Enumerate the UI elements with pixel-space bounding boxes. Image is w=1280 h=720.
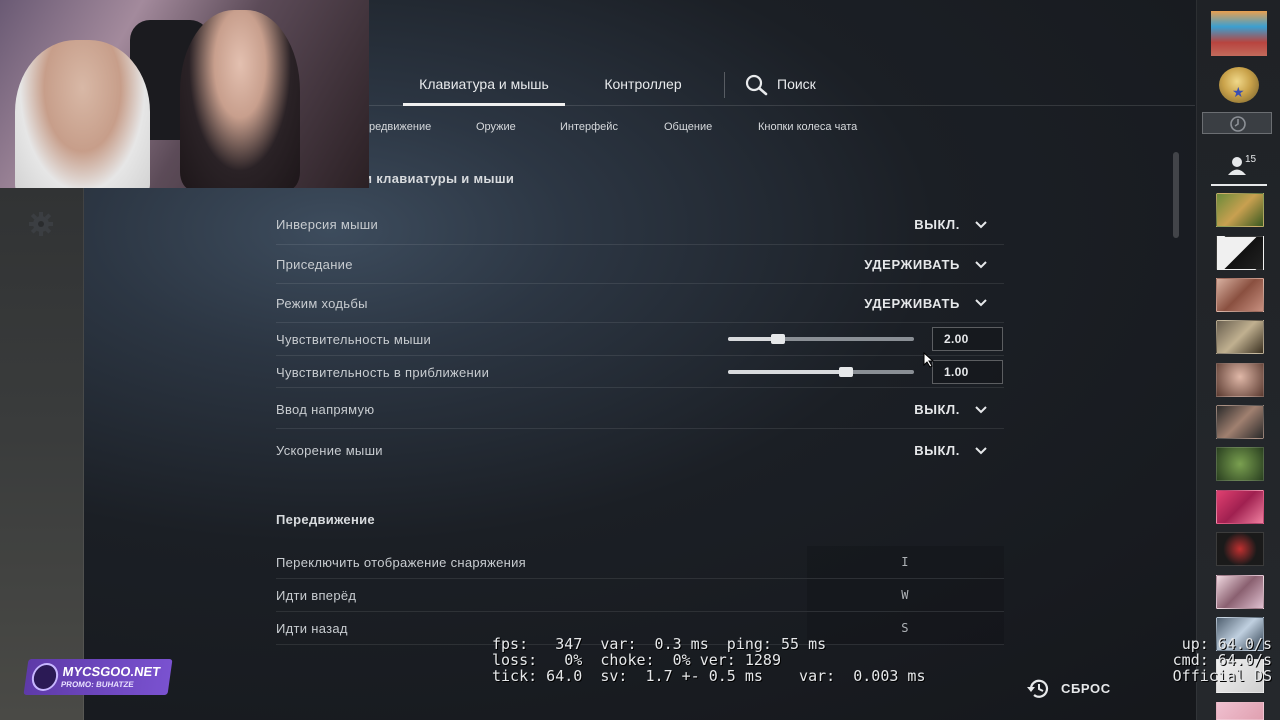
rank-medal-icon[interactable]: ★ — [1219, 67, 1259, 103]
zoom-sensitivity-input[interactable]: 1.00 — [932, 360, 1003, 384]
logo-name: MYCSGOO.NET — [61, 664, 162, 679]
netgraph-line-3: tick: 64.0 sv: 1.7 +- 0.5 ms var: 0.003 … — [492, 667, 926, 685]
setting-label: Чувствительность в приближении — [276, 365, 490, 380]
sensitivity-slider[interactable] — [728, 334, 914, 344]
chevron-down-icon[interactable] — [974, 260, 988, 270]
netgraph-line-2: loss: 0% choke: 0% ver: 1289 — [492, 651, 781, 669]
friend-avatar[interactable] — [1216, 575, 1264, 609]
chevron-down-icon[interactable] — [974, 220, 988, 230]
section-title-keyboard-mouse: и клавиатуры и мыши — [364, 171, 515, 186]
chevron-down-icon[interactable] — [974, 298, 988, 308]
subtab-communication[interactable]: Общение — [664, 115, 712, 139]
keybind-key[interactable]: S — [807, 621, 1003, 635]
setting-label: Инверсия мыши — [276, 217, 379, 232]
friend-avatar[interactable] — [1216, 236, 1264, 270]
chevron-down-icon[interactable] — [974, 446, 988, 456]
setting-value[interactable]: ВЫКЛ. — [914, 402, 960, 417]
sensitivity-input[interactable]: 2.00 — [932, 327, 1003, 351]
scrollbar[interactable] — [1173, 152, 1179, 238]
setting-row-crouch[interactable]: Приседание УДЕРЖИВАТЬ — [276, 245, 1004, 284]
reset-label: СБРОС — [1061, 681, 1111, 696]
tab-keyboard-mouse[interactable]: Клавиатура и мышь — [403, 64, 565, 106]
subtab-weapons[interactable]: Оружие — [476, 115, 516, 139]
profile-avatar[interactable] — [1211, 11, 1267, 56]
mouse-cursor-icon — [923, 352, 935, 368]
netgraph-right-1: up: 64.0/s — [1181, 635, 1272, 653]
setting-label: Чувствительность мыши — [276, 332, 432, 347]
friend-avatar[interactable] — [1216, 320, 1264, 354]
friends-count: 15 — [1245, 154, 1257, 165]
setting-label: Приседание — [276, 257, 353, 272]
setting-value[interactable]: УДЕРЖИВАТЬ — [864, 257, 960, 272]
keybind-row-forward[interactable]: Идти вперёд W — [276, 579, 1004, 612]
keybind-key[interactable]: W — [807, 588, 1003, 602]
friends-tab[interactable]: 15 — [1211, 150, 1267, 186]
subtab-movement[interactable]: редвижение — [369, 115, 431, 139]
friend-avatar[interactable] — [1216, 702, 1264, 720]
netgraph-line-1: fps: 347 var: 0.3 ms ping: 55 ms — [492, 635, 827, 653]
setting-row-invert-mouse[interactable]: Инверсия мыши ВЫКЛ. — [276, 205, 1004, 245]
search-label: Поиск — [777, 76, 816, 92]
search-button[interactable]: Поиск — [745, 64, 845, 106]
friend-avatar[interactable] — [1216, 405, 1264, 439]
friend-avatar[interactable] — [1216, 447, 1264, 481]
slider-fill — [728, 370, 847, 374]
friends-icon — [1228, 157, 1246, 175]
tab-controller[interactable]: Контроллер — [585, 64, 701, 106]
sponsor-logo: MYCSGOO.NET PROMO: BUHATZE — [15, 655, 175, 699]
reset-history-icon — [1027, 679, 1049, 698]
gear-icon[interactable] — [28, 211, 54, 237]
friend-avatar[interactable] — [1216, 532, 1264, 566]
keybind-label: Идти назад — [276, 621, 348, 636]
friend-avatar[interactable] — [1216, 278, 1264, 312]
keybind-label: Переключить отображение снаряжения — [276, 555, 527, 570]
settings-top-nav: Клавиатура и мышь Контроллер Поиск — [369, 64, 1195, 106]
slider-thumb[interactable] — [771, 334, 786, 344]
setting-value[interactable]: УДЕРЖИВАТЬ — [864, 296, 960, 311]
clock-icon — [1230, 116, 1246, 132]
nav-divider — [724, 72, 725, 98]
friend-avatar[interactable] — [1216, 363, 1264, 397]
netgraph-right-2: cmd: 64.0/s — [1172, 651, 1272, 669]
setting-row-mouse-sensitivity: Чувствительность мыши 2.00 — [276, 323, 1004, 356]
settings-sub-nav: редвижение Оружие Интерфейс Общение Кноп… — [369, 115, 1195, 141]
history-button[interactable] — [1202, 112, 1272, 134]
friends-panel: ★ 15 — [1196, 0, 1280, 720]
setting-row-raw-input[interactable]: Ввод напрямую ВЫКЛ. — [276, 388, 1004, 429]
setting-row-mouse-acceleration[interactable]: Ускорение мыши ВЫКЛ. — [276, 429, 1004, 469]
setting-value[interactable]: ВЫКЛ. — [914, 443, 960, 458]
keybind-row-toggle-loadout[interactable]: Переключить отображение снаряжения I — [276, 546, 1004, 579]
star-icon: ★ — [1232, 84, 1245, 100]
section-title-movement: Передвижение — [276, 512, 375, 527]
zoom-sensitivity-slider[interactable] — [728, 367, 914, 377]
subtab-interface[interactable]: Интерфейс — [560, 115, 618, 139]
logo-promo: PROMO: BUHATZE — [60, 680, 135, 689]
webcam-person-left — [15, 40, 150, 188]
setting-value[interactable]: ВЫКЛ. — [914, 217, 960, 232]
setting-label: Ускорение мыши — [276, 443, 383, 458]
webcam-person-right — [180, 10, 300, 188]
keybind-label: Идти вперёд — [276, 588, 357, 603]
subtab-chat-wheel[interactable]: Кнопки колеса чата — [758, 115, 857, 139]
friend-avatar[interactable] — [1216, 490, 1264, 524]
setting-row-zoom-sensitivity: Чувствительность в приближении 1.00 — [276, 356, 1004, 388]
keybind-key[interactable]: I — [807, 555, 1003, 569]
search-icon — [745, 74, 768, 96]
webcam-overlay — [0, 0, 369, 188]
setting-label: Режим ходьбы — [276, 296, 368, 311]
slider-thumb[interactable] — [839, 367, 854, 377]
friend-avatar[interactable] — [1216, 193, 1264, 227]
setting-label: Ввод напрямую — [276, 402, 375, 417]
chevron-down-icon[interactable] — [974, 405, 988, 415]
setting-row-walk-mode[interactable]: Режим ходьбы УДЕРЖИВАТЬ — [276, 284, 1004, 323]
netgraph-right-3: Official DS — [1172, 667, 1272, 685]
